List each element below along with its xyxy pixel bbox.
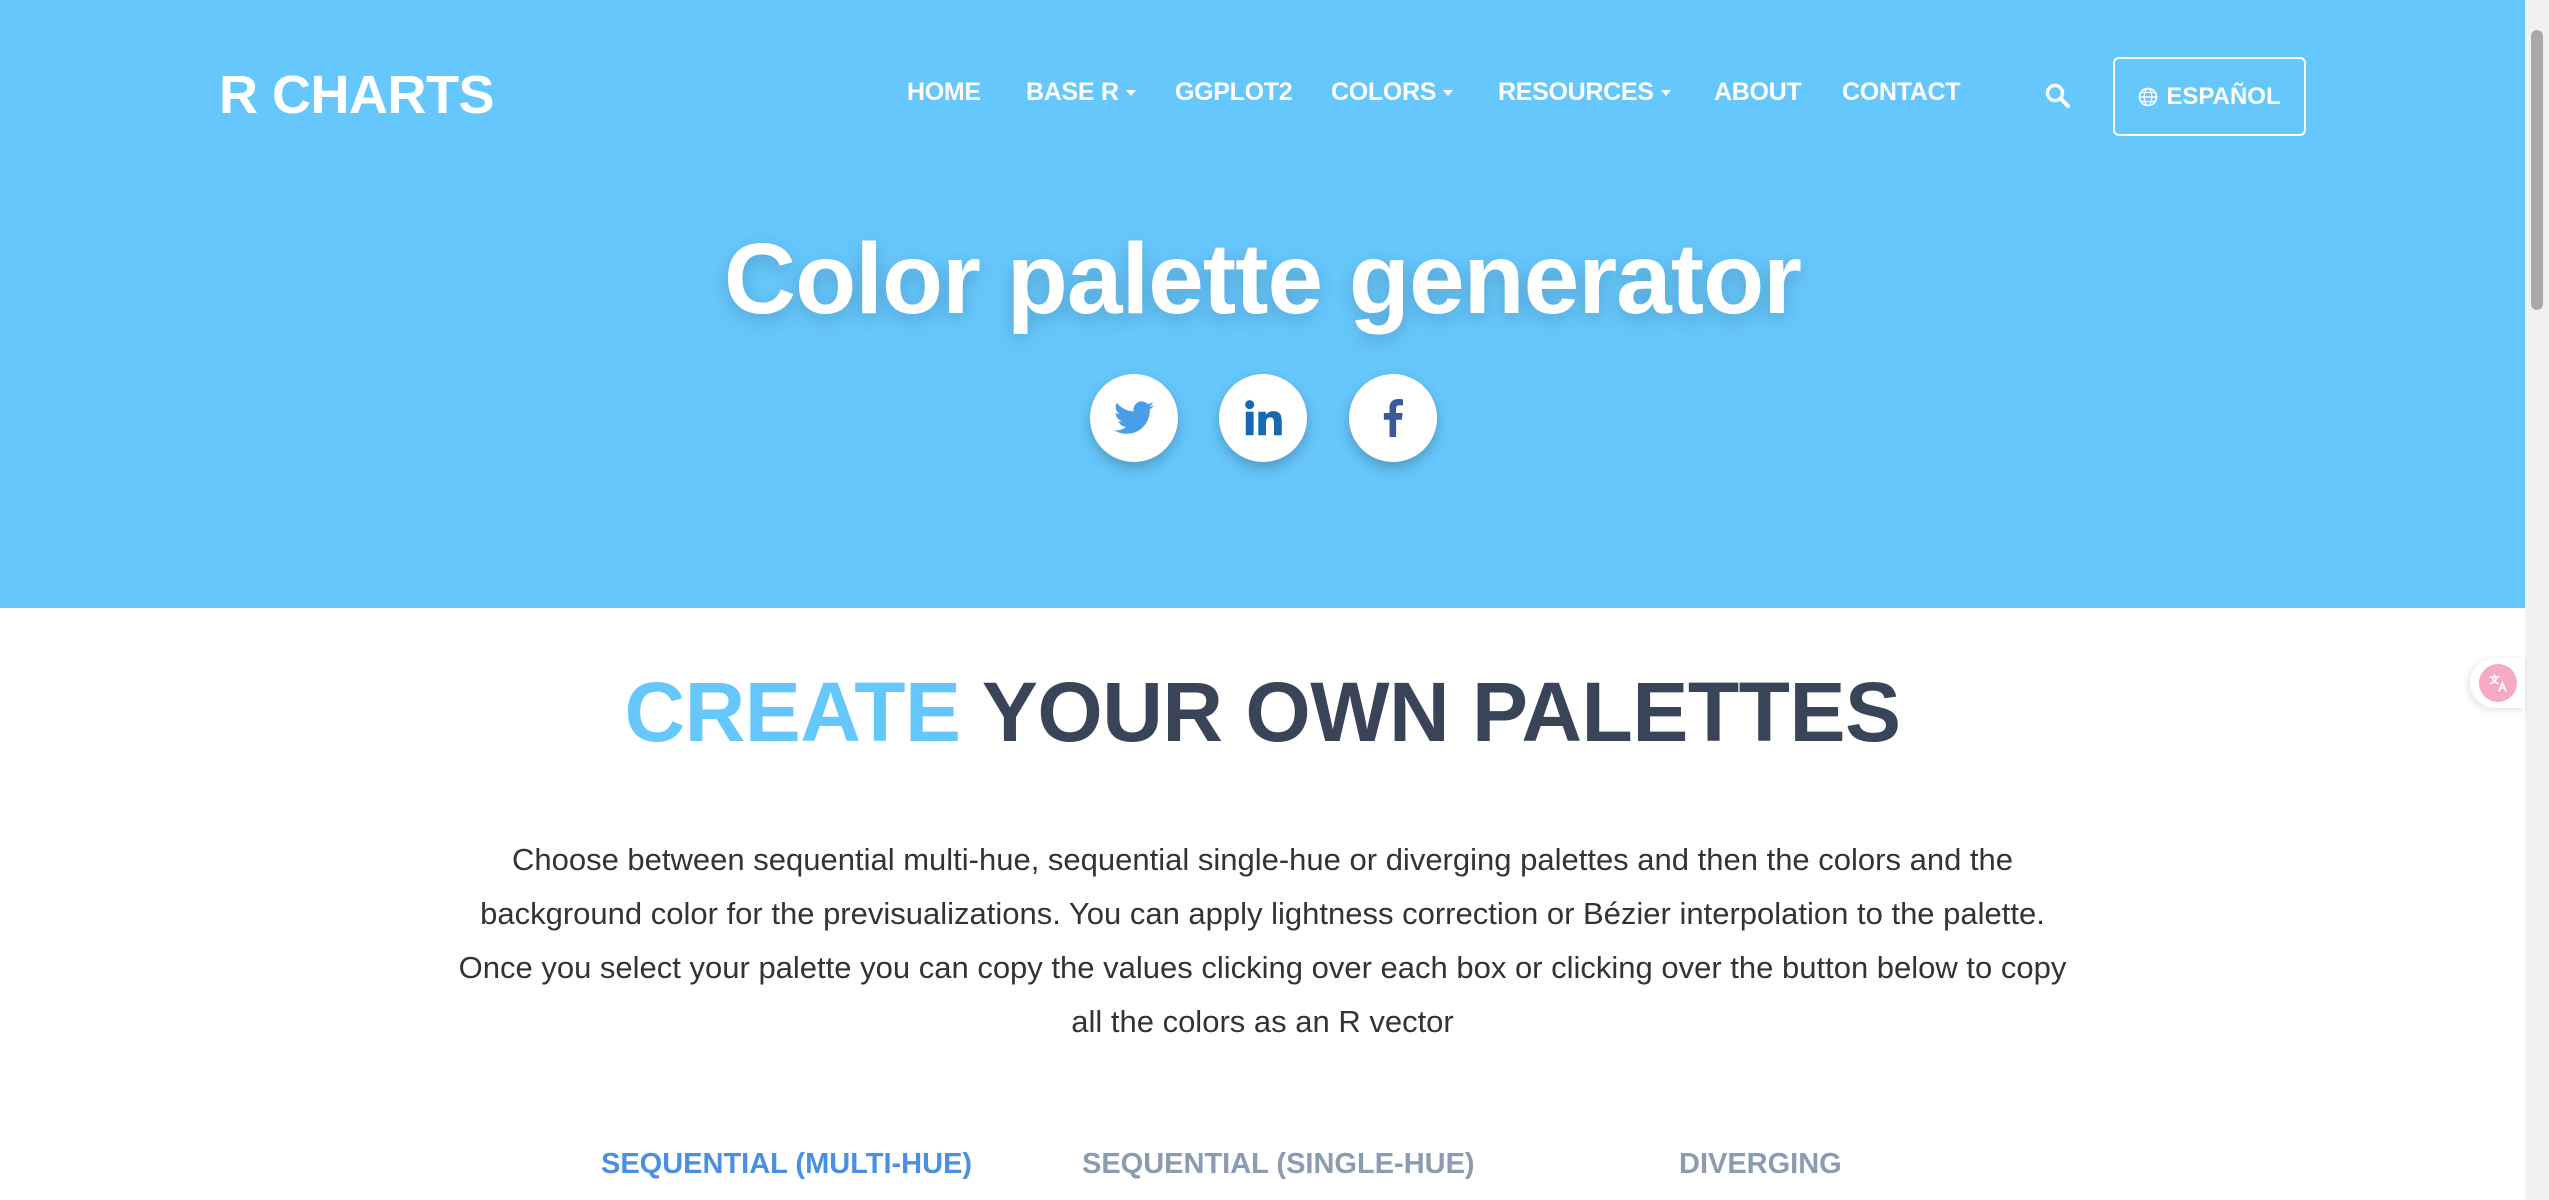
language-button[interactable]: ESPAÑOL [2113,57,2306,136]
tab-sequential-single-hue[interactable]: SEQUENTIAL (SINGLE-HUE) [1082,1148,1475,1181]
search-icon[interactable] [2044,82,2072,110]
section-description: Choose between sequential multi-hue, seq… [458,842,2067,1039]
facebook-share-button[interactable] [1349,374,1437,462]
facebook-icon [1383,399,1404,437]
linkedin-share-button[interactable] [1219,374,1307,462]
twitter-icon [1114,401,1154,434]
nav-ggplot2[interactable]: GGPLOT2 [1175,78,1293,107]
nav-about-label: ABOUT [1714,78,1802,106]
caret-down-icon [1125,90,1136,97]
nav-colors-label: COLORS [1331,78,1437,106]
nav-contact[interactable]: CONTACT [1842,78,1961,107]
site-logo[interactable]: R CHARTS [219,64,495,126]
nav-resources[interactable]: RESOURCES [1498,78,1671,107]
twitter-share-button[interactable] [1090,374,1178,462]
vertical-scrollbar[interactable] [2525,0,2549,1200]
scrollbar-thumb[interactable] [2531,30,2543,310]
language-button-label: ESPAÑOL [2166,82,2281,110]
caret-down-icon [1443,90,1454,97]
nav-ggplot2-label: GGPLOT2 [1175,78,1293,106]
page-title: Color palette generator [723,223,1802,335]
linkedin-icon [1245,400,1282,436]
nav-base-r[interactable]: BASE R [1026,78,1136,107]
nav-contact-label: CONTACT [1842,78,1961,106]
nav-resources-label: RESOURCES [1498,78,1654,106]
section-heading-accent: CREATE [624,665,961,759]
nav-home-label: HOME [907,78,981,106]
caret-down-icon [1660,90,1671,97]
tab-diverging[interactable]: DIVERGING [1679,1148,1842,1181]
nav-about[interactable]: ABOUT [1714,78,1802,107]
section-heading-rest: YOUR OWN PALETTES [981,665,1901,759]
globe-icon [2139,87,2158,106]
hero-banner: R CHARTS HOME BASE R GGPLOT2 COLORS RESO… [0,0,2525,608]
nav-base-r-label: BASE R [1026,78,1119,106]
nav-home[interactable]: HOME [907,78,981,107]
nav-colors[interactable]: COLORS [1331,78,1454,107]
tab-sequential-multi-hue[interactable]: SEQUENTIAL (MULTI-HUE) [601,1148,972,1181]
section-heading: CREATE YOUR OWN PALETTES [0,664,2525,761]
